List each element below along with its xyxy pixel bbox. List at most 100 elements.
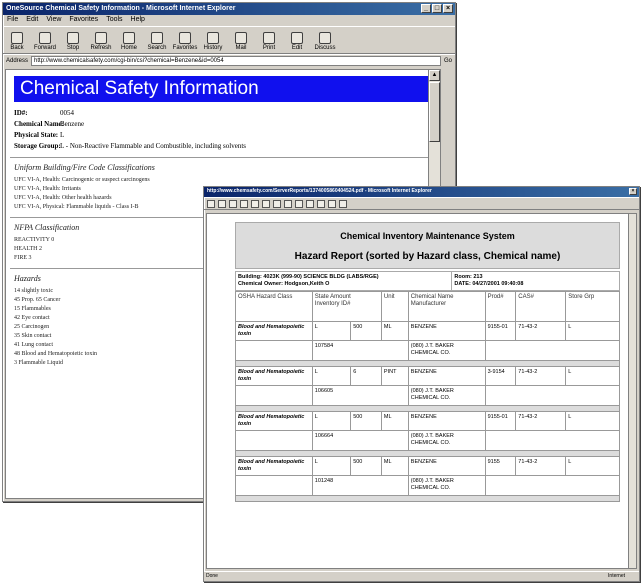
cell-unit: ML [380,456,409,476]
save-icon[interactable] [207,199,215,208]
history-icon [207,32,219,44]
cell-unit: PINT [380,366,409,386]
table-row: Blood and Hematopoietic toxin L 500 ML BENZE… [235,411,620,431]
forward-label: Forward [34,45,57,51]
table-row: 106664 (080) J.T. BAKER CHEMICAL CO. [235,430,621,451]
text-select-icon[interactable] [251,199,259,208]
cell-store-grp: L [565,411,620,431]
col-header: OSHA Hazard Class [235,291,313,322]
col-header: CAS# [515,291,567,322]
page-banner: Chemical Safety Information [14,76,434,102]
cell-prod: 9155-01 [484,321,517,341]
cell-state: L [311,366,352,386]
field-physical-state-label: Physical State: [14,131,59,139]
divider [10,157,436,158]
col-header: Unit [380,291,409,322]
history-button[interactable]: History [203,32,223,51]
menu-view[interactable]: View [46,16,61,25]
actual-size-icon[interactable] [306,199,314,208]
refresh-button[interactable]: Refresh [91,32,112,51]
discuss-icon [319,32,331,44]
minimize-icon[interactable]: _ [421,4,431,13]
menu-file[interactable]: File [7,16,18,25]
menu-favorites[interactable]: Favorites [69,16,98,25]
cell-empty [235,340,313,361]
stop-button[interactable]: Stop [63,32,83,51]
separator-cell [235,495,620,502]
last-page-icon[interactable] [295,199,303,208]
field-id-label: ID#: [14,109,28,117]
cell-unit: ML [380,411,409,431]
scroll-up-icon[interactable]: ▲ [429,70,440,81]
refresh-icon [95,32,107,44]
col-header: Prod# [484,291,517,322]
table-row: 106605 (080) J.T. BAKER CHEMICAL CO. [235,385,621,406]
cell-amount: 6 [350,366,382,386]
back-button[interactable]: Back [7,32,27,51]
cell-cas: 71-43-2 [515,366,567,386]
zoom-icon[interactable] [240,199,248,208]
print-button[interactable]: Print [259,32,279,51]
fit-page-icon[interactable] [317,199,325,208]
cell-manufacturer: (080) J.T. BAKER CHEMICAL CO. [407,385,486,406]
vertical-scrollbar[interactable] [628,214,636,568]
menu-bar: File Edit View Favorites Tools Help [3,15,455,26]
menu-tools[interactable]: Tools [106,16,122,25]
scroll-thumb[interactable] [429,82,440,142]
window-title: http://www.chemsafety.com/ServerReports/… [207,188,432,194]
mail-icon [235,32,247,44]
cell-hazard: Blood and Hematopoietic toxin [235,321,313,341]
home-icon [123,32,135,44]
star-icon [179,32,191,44]
close-icon[interactable]: × [443,4,453,13]
favorites-button[interactable]: Favorites [173,32,197,51]
forward-button[interactable]: Forward [34,32,57,51]
home-label: Home [120,45,137,51]
maximize-icon[interactable]: □ [432,4,442,13]
cell-empty [235,475,313,496]
menu-edit[interactable]: Edit [26,16,38,25]
print-icon[interactable] [218,199,226,208]
cell-manufacturer: (080) J.T. BAKER CHEMICAL CO. [407,475,486,496]
browser-window-hazard-report: http://www.chemsafety.com/ServerReports/… [203,186,640,582]
discuss-label: Discuss [314,45,336,51]
window-titlebar[interactable]: http://www.chemsafety.com/ServerReports/… [204,187,639,197]
close-icon[interactable]: × [629,188,637,195]
field-storage-group: Storage Group:L - Non-Reactive Flammable… [6,141,440,152]
fit-width-icon[interactable] [328,199,336,208]
cell-empty [484,430,621,451]
report-subtitle: Hazard Report (sorted by Hazard class, C… [294,251,561,262]
status-zone: Internet [608,573,625,579]
cell-unit: ML [380,321,409,341]
report-header: Chemical Inventory Maintenance System Ha… [235,222,620,269]
window-titlebar[interactable]: OneSource Chemical Safety Information - … [3,3,455,15]
prev-page-icon[interactable] [273,199,281,208]
window-title: OneSource Chemical Safety Information - … [6,5,236,12]
mail-button[interactable]: Mail [231,32,251,51]
edit-button[interactable]: Edit [287,32,307,51]
hand-icon[interactable] [229,199,237,208]
list-item: UFC VI-A, Health: Carcinogenic or suspec… [14,177,150,183]
first-page-icon[interactable] [262,199,270,208]
field-id-value: 0054 [60,109,74,117]
menu-help[interactable]: Help [131,16,145,25]
go-button[interactable]: Go [444,58,452,64]
cell-hazard: Blood and Hematopoietic toxin [235,411,313,431]
history-label: History [203,45,223,51]
find-icon[interactable] [339,199,347,208]
discuss-button[interactable]: Discuss [314,32,336,51]
search-button[interactable]: Search [147,32,167,51]
address-label: Address [6,57,29,64]
report-title: Chemical Inventory Maintenance System [340,231,515,241]
address-input[interactable]: http://www.chemicalsafety.com/cgi-bin/cs… [31,55,441,66]
home-button[interactable]: Home [119,32,139,51]
pdf-view: Chemical Inventory Maintenance System Ha… [206,213,637,569]
field-storage-group-label: Storage Group: [14,142,61,150]
cell-state: L [311,321,352,341]
pdf-toolbar [204,197,639,210]
cell-state: L [311,456,352,476]
col-header: Store Grp [565,291,620,322]
report-info: Building: 4023K (999-90) SCIENCE BLDG (L… [235,271,620,291]
cell-empty [484,475,621,496]
next-page-icon[interactable] [284,199,292,208]
